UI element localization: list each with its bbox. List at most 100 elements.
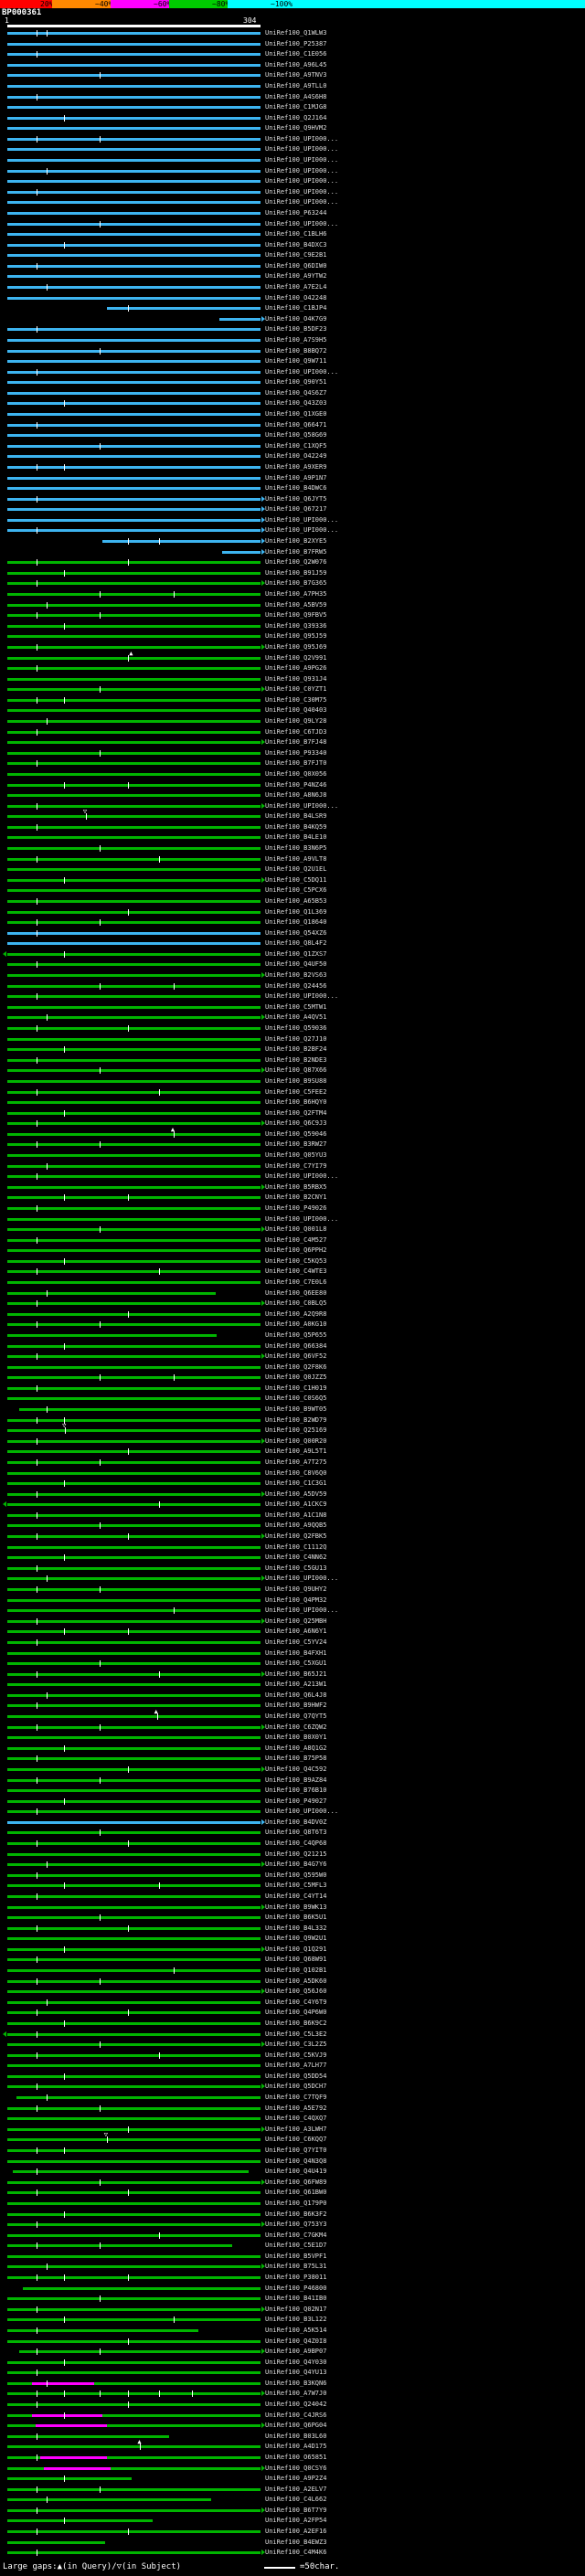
hit-label[interactable]: UniRef100_UPI000... <box>265 1807 338 1816</box>
hit-row[interactable]: UniRef100_A1C1N8 <box>0 1511 585 1521</box>
hit-line[interactable] <box>7 2519 153 2522</box>
hit-label[interactable]: UniRef100_UPI000... <box>265 188 338 196</box>
hit-label[interactable]: UniRef100_Q4N3Q8 <box>265 2157 326 2166</box>
hit-label[interactable]: UniRef100_A5E792 <box>265 2104 326 2113</box>
hit-row[interactable]: UniRef100_C4L662 <box>0 2495 585 2505</box>
hit-label[interactable]: UniRef100_B5RBX5 <box>265 1183 326 1192</box>
hit-row[interactable]: UniRef100_Q595W0 <box>0 1871 585 1881</box>
hit-label[interactable]: UniRef100_Q2W076 <box>265 558 326 567</box>
hit-row[interactable]: UniRef100_Q2F8K6 <box>0 1362 585 1373</box>
hit-line[interactable] <box>7 1366 261 1369</box>
hit-row[interactable]: UniRef100_Q8L4F2 <box>0 938 585 949</box>
hit-label[interactable]: UniRef100_A7LH77 <box>265 2062 326 2070</box>
hit-line[interactable] <box>7 508 261 511</box>
hit-row[interactable]: UniRef100_B2VS63 <box>0 970 585 981</box>
hit-label[interactable]: UniRef100_UPI000... <box>265 145 338 154</box>
hit-line[interactable] <box>7 1345 261 1348</box>
hit-label[interactable]: UniRef100_B7FJ48 <box>265 738 326 747</box>
hit-row[interactable]: UniRef100_B9WK13 <box>0 1903 585 1913</box>
hit-line[interactable] <box>7 709 261 712</box>
hit-label[interactable]: UniRef100_Q4C592 <box>265 1765 326 1774</box>
hit-line[interactable] <box>7 868 261 871</box>
hit-row[interactable]: UniRef100_C1MJG8 <box>0 102 585 112</box>
hit-row[interactable]: UniRef100_C4QXQ7 <box>0 2114 585 2124</box>
hit-line[interactable] <box>7 1038 261 1041</box>
hit-line[interactable] <box>7 2297 261 2300</box>
hit-line[interactable] <box>7 180 261 183</box>
hit-row[interactable]: UniRef100_Q4UF50 <box>0 959 585 970</box>
hit-label[interactable]: UniRef100_Q9FBV5 <box>265 611 326 620</box>
hit-row[interactable]: UniRef100_UPI000... <box>0 1606 585 1616</box>
hit-line[interactable] <box>7 1091 261 1094</box>
hit-row[interactable]: UniRef100_Q0JZZ5 <box>0 1373 585 1383</box>
hit-label[interactable]: UniRef100_C4Y6T9 <box>265 1998 326 2007</box>
hit-line[interactable] <box>7 1884 261 1887</box>
hit-label[interactable]: UniRef100_B75P58 <box>265 1754 326 1763</box>
hit-label[interactable]: UniRef100_Q56J60 <box>265 1988 326 1996</box>
hit-label[interactable]: UniRef100_A2FP54 <box>265 2517 326 2525</box>
hit-label[interactable]: UniRef100_O42248 <box>265 294 326 302</box>
hit-row[interactable]: UniRef100_Q40403 <box>0 705 585 716</box>
hit-label[interactable]: UniRef100_Q67217 <box>265 505 326 514</box>
hit-label[interactable]: UniRef100_Q95J59 <box>265 632 326 641</box>
hit-label[interactable]: UniRef100_Q6L4J8 <box>265 1691 326 1700</box>
hit-line[interactable] <box>7 1800 261 1803</box>
hit-line[interactable] <box>7 1895 261 1898</box>
hit-label[interactable]: UniRef100_B7FJT0 <box>265 759 326 768</box>
hit-line[interactable] <box>7 1387 261 1390</box>
hit-label[interactable]: UniRef100_UPI000... <box>265 1606 338 1615</box>
hit-label[interactable]: UniRef100_Q59046 <box>265 1130 326 1139</box>
hit-row[interactable]: UniRef100_B41IB0 <box>0 2294 585 2304</box>
hit-line[interactable] <box>7 1027 261 1030</box>
hit-row[interactable]: UniRef100_Q179P0 <box>0 2199 585 2209</box>
hit-label[interactable]: UniRef100_C3L2Z5 <box>265 2041 326 2049</box>
hit-label[interactable]: UniRef100_C5GU13 <box>265 1564 326 1573</box>
hit-label[interactable]: UniRef100_C1BLH6 <box>265 230 326 239</box>
hit-label[interactable]: UniRef100_B65J21 <box>265 1670 326 1679</box>
hit-line[interactable] <box>7 741 261 744</box>
hit-label[interactable]: UniRef100_B2NDE3 <box>265 1056 326 1065</box>
hit-line[interactable] <box>7 2255 261 2258</box>
hit-row[interactable]: UniRef100_B76B10 <box>0 1786 585 1796</box>
hit-row[interactable]: UniRef100_B5RBX5 <box>0 1182 585 1193</box>
hit-row[interactable]: UniRef100_Q6PG04 <box>0 2421 585 2431</box>
hit-row[interactable]: UniRef100_C5L3E2 <box>0 2030 585 2040</box>
hit-label[interactable]: UniRef100_UPI000... <box>265 220 338 228</box>
hit-label[interactable]: UniRef100_Q87X66 <box>265 1066 326 1075</box>
hit-label[interactable]: UniRef100_B3RW27 <box>265 1140 326 1149</box>
hit-row[interactable]: UniRef100_Q54XZ6 <box>0 928 585 938</box>
hit-line[interactable] <box>7 85 261 88</box>
hit-row[interactable]: UniRef100_UPI000... <box>0 991 585 1002</box>
hit-line[interactable] <box>7 1546 261 1549</box>
hit-row[interactable]: UniRef100_C1E056 <box>0 49 585 59</box>
hit-row[interactable]: UniRef100_C3L2Z5 <box>0 2040 585 2050</box>
hit-row[interactable]: UniRef100_UPI000... <box>0 155 585 165</box>
hit-label[interactable]: UniRef100_C5MTW1 <box>265 1003 326 1012</box>
hit-line[interactable] <box>7 900 261 903</box>
hit-row[interactable]: UniRef100_O42248 <box>0 293 585 303</box>
hit-row[interactable]: UniRef100_A2ELV7 <box>0 2485 585 2495</box>
hit-line[interactable] <box>7 127 261 130</box>
hit-row[interactable]: UniRef100_C1H019 <box>0 1383 585 1394</box>
hit-label[interactable]: UniRef100_Q1L369 <box>265 908 326 917</box>
hit-row[interactable]: UniRef100_Q56J60 <box>0 1987 585 1997</box>
hit-label[interactable]: UniRef100_C4L662 <box>265 2496 326 2504</box>
hit-line[interactable] <box>7 1260 261 1263</box>
hit-row[interactable]: UniRef100_P49026 <box>0 1203 585 1214</box>
hit-label[interactable]: UniRef100_Q4Y030 <box>265 2359 326 2367</box>
hit-line[interactable] <box>7 96 261 99</box>
hit-line[interactable] <box>7 1302 261 1305</box>
hit-row[interactable]: UniRef100_Q4Z0I8 <box>0 2337 585 2347</box>
hit-label[interactable]: UniRef100_Q21215 <box>265 1850 326 1859</box>
hit-label[interactable]: UniRef100_A9VLT8 <box>265 855 326 864</box>
hit-label[interactable]: UniRef100_Q9W2U1 <box>265 1935 326 1943</box>
hit-row[interactable]: UniRef100_Q0CSY6 <box>0 2464 585 2474</box>
hit-row[interactable]: UniRef100_O42249 <box>0 451 585 461</box>
hit-line[interactable] <box>7 1503 261 1506</box>
hit-label[interactable]: UniRef100_A7T275 <box>265 1458 326 1467</box>
hit-line[interactable] <box>7 2011 261 2014</box>
hit-line[interactable] <box>7 1133 261 1136</box>
hit-row[interactable]: UniRef100_B4KQ59 <box>0 822 585 832</box>
hit-label[interactable]: UniRef100_Q0X056 <box>265 770 326 779</box>
hit-label[interactable]: UniRef100_C1C3G1 <box>265 1479 326 1488</box>
